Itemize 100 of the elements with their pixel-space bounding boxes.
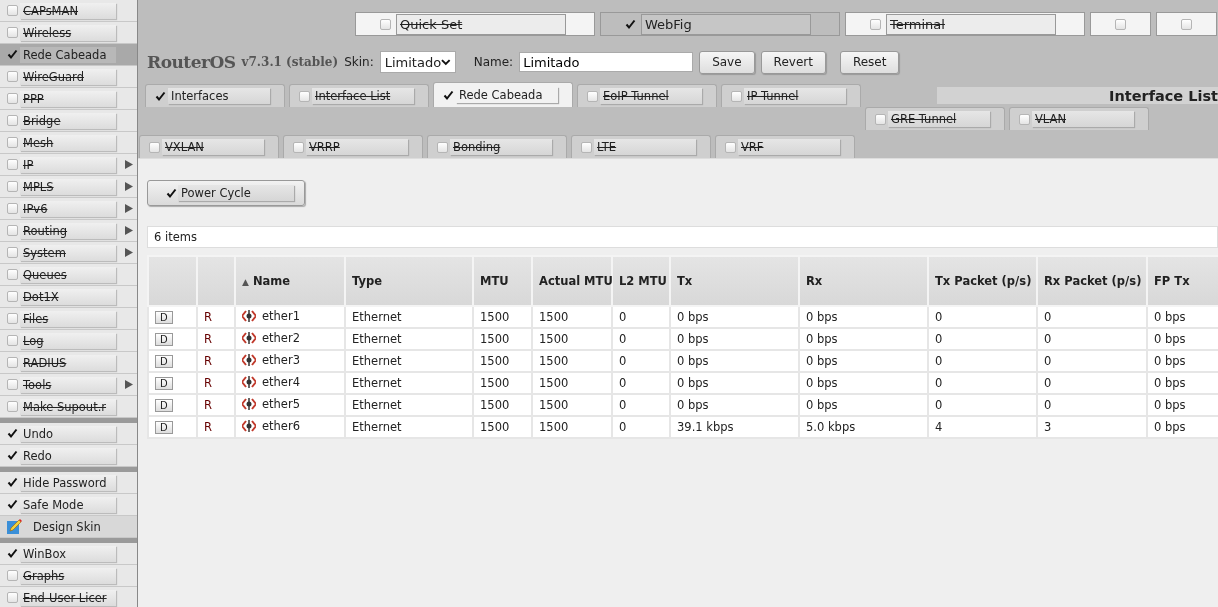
sidebar-item[interactable]: WinBox xyxy=(0,543,137,565)
checkbox[interactable] xyxy=(7,291,18,302)
tab[interactable]: Bonding xyxy=(427,135,567,158)
disable-button[interactable]: D xyxy=(155,333,173,346)
checkbox[interactable] xyxy=(731,90,742,102)
tab[interactable]: IP Tunnel xyxy=(721,84,861,107)
checkbox[interactable] xyxy=(7,225,18,236)
sidebar-item[interactable]: Safe Mode xyxy=(0,494,137,516)
checkbox[interactable] xyxy=(7,401,18,412)
checkbox[interactable] xyxy=(725,141,736,153)
sidebar-item[interactable]: Wireless xyxy=(0,22,137,44)
sidebar-item[interactable]: Tools xyxy=(0,374,137,396)
skin-dropdown[interactable]: Limitado xyxy=(379,51,456,73)
sidebar-item[interactable]: Files xyxy=(0,308,137,330)
sidebar-item[interactable]: CAPsMAN xyxy=(0,0,137,22)
checkbox[interactable] xyxy=(1019,113,1030,125)
sidebar-item[interactable]: Undo xyxy=(0,423,137,445)
checkbox[interactable] xyxy=(166,187,177,199)
checkbox[interactable] xyxy=(7,93,18,104)
sidebar-item[interactable]: Graphs xyxy=(0,565,137,587)
checkbox[interactable] xyxy=(581,141,592,153)
column-header[interactable]: Actual MTU xyxy=(532,256,612,306)
sidebar-item[interactable]: System xyxy=(0,242,137,264)
sidebar-item[interactable]: Log xyxy=(0,330,137,352)
checkbox[interactable] xyxy=(7,335,18,346)
sidebar-item[interactable]: Make Supout.r xyxy=(0,396,137,418)
tab[interactable]: VLAN xyxy=(1009,107,1149,130)
sidebar-item[interactable]: Queues xyxy=(0,264,137,286)
checkbox[interactable] xyxy=(7,137,18,148)
sidebar-item[interactable]: Rede Cabeada xyxy=(0,44,137,66)
tab[interactable]: VXLAN xyxy=(139,135,279,158)
sidebar-item[interactable]: MPLS xyxy=(0,176,137,198)
checkbox[interactable] xyxy=(1115,18,1126,30)
power-cycle-button[interactable]: Power Cycle xyxy=(147,180,305,206)
checkbox[interactable] xyxy=(7,27,18,38)
tab[interactable]: Interfaces xyxy=(145,84,285,107)
checkbox[interactable] xyxy=(7,71,18,82)
checkbox[interactable] xyxy=(7,499,18,510)
checkbox[interactable] xyxy=(149,141,160,153)
checkbox[interactable] xyxy=(437,141,448,153)
tab[interactable]: LTE xyxy=(571,135,711,158)
checkbox[interactable] xyxy=(870,18,881,30)
column-header[interactable]: Rx Packet (p/s) xyxy=(1037,256,1147,306)
checkbox[interactable] xyxy=(7,357,18,368)
sidebar-item[interactable]: Dot1X xyxy=(0,286,137,308)
checkbox[interactable] xyxy=(875,113,886,125)
checkbox[interactable] xyxy=(7,269,18,280)
column-header[interactable]: MTU xyxy=(473,256,532,306)
checkbox[interactable] xyxy=(7,428,18,439)
checkbox[interactable] xyxy=(587,90,598,102)
sidebar-item[interactable]: Redo xyxy=(0,445,137,467)
mode-tab[interactable] xyxy=(1156,12,1217,36)
sidebar-item[interactable]: Mesh xyxy=(0,132,137,154)
sidebar-item[interactable]: Routing xyxy=(0,220,137,242)
checkbox[interactable] xyxy=(7,379,18,390)
checkbox[interactable] xyxy=(7,203,18,214)
checkbox[interactable] xyxy=(7,5,18,16)
checkbox[interactable] xyxy=(625,18,636,30)
tab[interactable]: VRRP xyxy=(283,135,423,158)
checkbox[interactable] xyxy=(293,141,304,153)
column-header[interactable]: Tx xyxy=(670,256,799,306)
toolbar-button[interactable]: Revert xyxy=(760,50,826,74)
sidebar-item[interactable]: End-User Licer xyxy=(0,587,137,607)
column-header[interactable]: Type xyxy=(345,256,473,306)
checkbox[interactable] xyxy=(443,89,454,101)
checkbox[interactable] xyxy=(7,548,18,559)
checkbox[interactable] xyxy=(7,115,18,126)
checkbox[interactable] xyxy=(7,181,18,192)
checkbox[interactable] xyxy=(7,247,18,258)
sidebar-item[interactable]: RADIUS xyxy=(0,352,137,374)
disable-button[interactable]: D xyxy=(155,355,173,368)
checkbox[interactable] xyxy=(7,450,18,461)
tab[interactable]: VRF xyxy=(715,135,855,158)
checkbox[interactable] xyxy=(1181,18,1192,30)
mode-tab[interactable] xyxy=(1090,12,1151,36)
checkbox[interactable] xyxy=(299,90,310,102)
column-header[interactable]: Tx Packet (p/s) xyxy=(928,256,1037,306)
checkbox[interactable] xyxy=(7,570,18,581)
tab[interactable]: GRE Tunnel xyxy=(865,107,1005,130)
column-header[interactable] xyxy=(148,256,197,306)
sidebar-item[interactable]: PPP xyxy=(0,88,137,110)
toolbar-button[interactable]: Reset xyxy=(839,50,900,74)
name-field[interactable]: Limitado xyxy=(519,52,694,72)
sidebar-item[interactable]: Hide Password xyxy=(0,472,137,494)
checkbox[interactable] xyxy=(380,18,391,30)
column-header[interactable]: Rx xyxy=(799,256,928,306)
tab[interactable]: Interface List xyxy=(289,84,429,107)
disable-button[interactable]: D xyxy=(155,421,173,434)
mode-tab[interactable]: WebFig xyxy=(600,12,840,36)
checkbox[interactable] xyxy=(7,477,18,488)
checkbox[interactable] xyxy=(155,90,166,102)
disable-button[interactable]: D xyxy=(155,377,173,390)
tab[interactable]: Rede Cabeada xyxy=(433,82,573,107)
tab[interactable]: EoIP Tunnel xyxy=(577,84,717,107)
column-header[interactable]: L2 MTU xyxy=(612,256,670,306)
sidebar-item[interactable]: Bridge xyxy=(0,110,137,132)
sidebar-item[interactable]: IPv6 xyxy=(0,198,137,220)
column-header[interactable] xyxy=(197,256,235,306)
sidebar-item[interactable]: WireGuard xyxy=(0,66,137,88)
mode-tab[interactable]: Terminal xyxy=(845,12,1085,36)
